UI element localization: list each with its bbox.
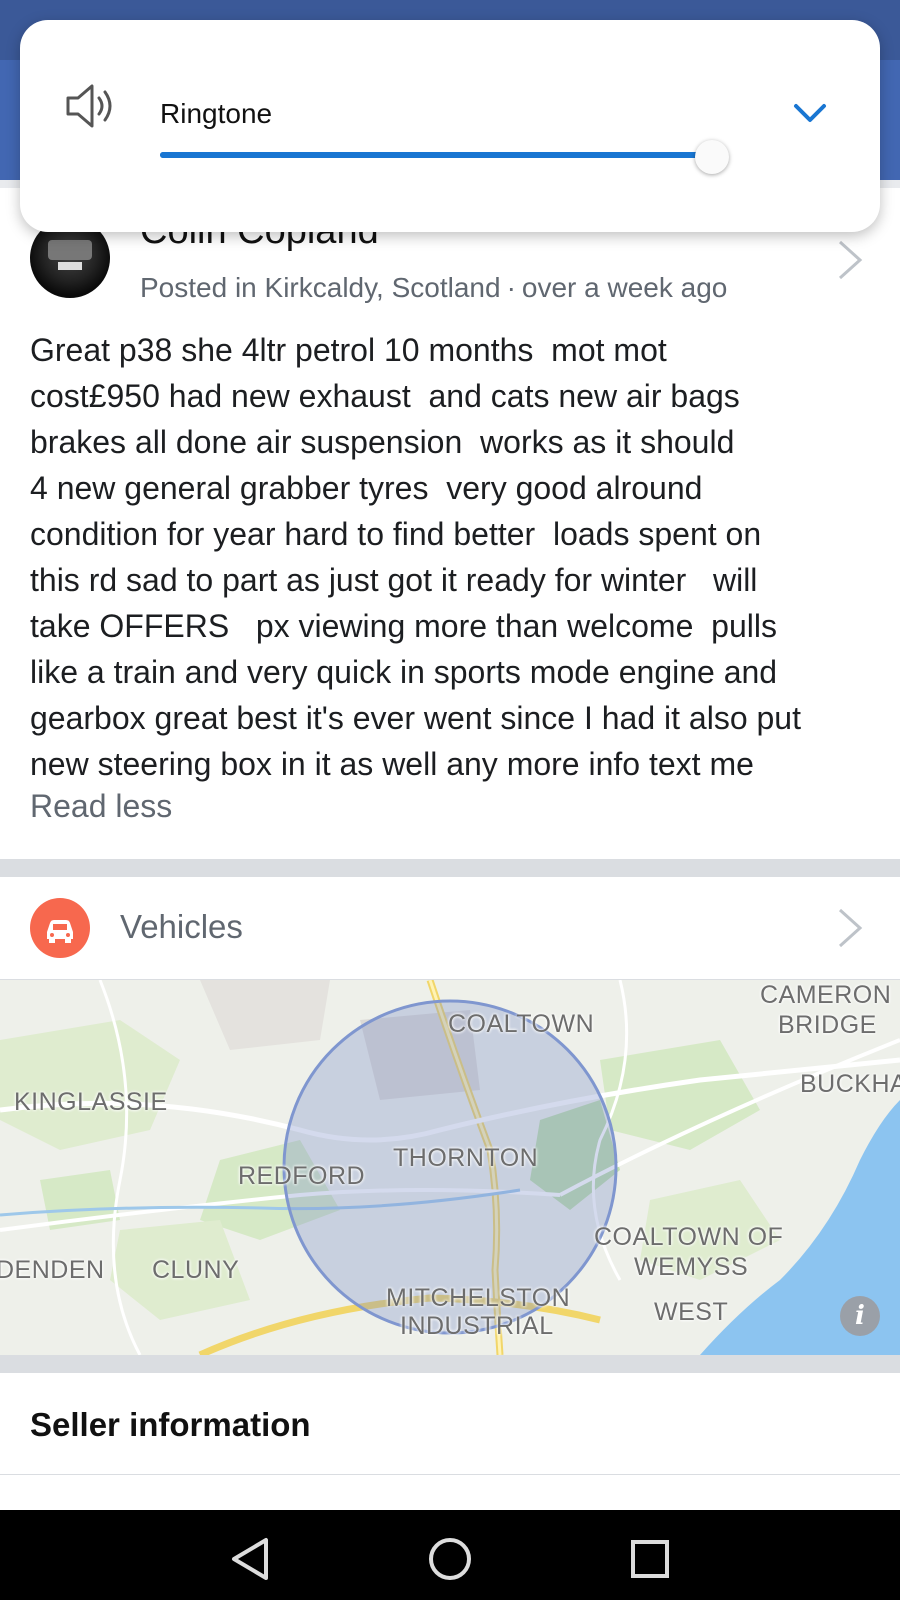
post-location: Posted in Kirkcaldy, Scotland [140,272,501,303]
seller-information-heading: Seller information [30,1406,311,1443]
listing-description: Great p38 she 4ltr petrol 10 months mot … [30,332,801,782]
map-label: REDFORD [238,1162,366,1190]
avatar-car-grille [48,240,92,260]
post-meta: Posted in Kirkcaldy, Scotland · over a wee… [140,272,727,304]
map-label: MITCHELSTON [386,1284,571,1312]
map-label: COALTOWN [448,1010,595,1038]
section-separator [0,859,900,877]
row-divider [0,1474,900,1475]
map-label: BRIDGE [778,1011,877,1039]
back-icon[interactable] [226,1534,276,1584]
map-label: CLUNY [152,1256,240,1284]
volume-slider-fill [160,152,692,158]
map-label: CAMERON [760,981,892,1009]
car-icon [30,898,90,958]
map-label: COALTOWN OF [594,1223,784,1251]
volume-slider-thumb[interactable] [695,140,729,174]
map-label: KINGLASSIE [14,1088,168,1116]
map-label: DENDEN [0,1256,105,1284]
map-label: BUCKHA [800,1070,900,1098]
volume-stream-label: Ringtone [160,98,273,129]
volume-slider[interactable] [160,152,720,158]
home-icon[interactable] [425,1534,475,1584]
chevron-down-icon[interactable] [790,98,830,128]
map-info-icon[interactable]: i [840,1296,880,1336]
read-less-link[interactable]: Read less [30,788,172,825]
chevron-right-icon[interactable] [836,238,864,282]
map-label: INDUSTRIAL [400,1312,554,1340]
meta-separator: · [506,272,516,303]
map-label: WEST [654,1298,729,1326]
map-label: THORNTON [393,1144,539,1172]
map-label: WEMYSS [634,1253,749,1281]
recents-icon[interactable] [625,1534,675,1584]
chevron-right-icon[interactable] [836,906,864,950]
volume-panel: Ringtone [20,20,880,232]
category-label[interactable]: Vehicles [120,908,243,946]
avatar-number-plate [58,262,82,270]
location-map[interactable]: COALTOWN CAMERON BRIDGE BUCKHA KINGLASSI… [0,980,900,1355]
post-time: over a week ago [521,272,728,303]
speaker-icon[interactable] [62,76,122,136]
section-separator [0,1355,900,1373]
